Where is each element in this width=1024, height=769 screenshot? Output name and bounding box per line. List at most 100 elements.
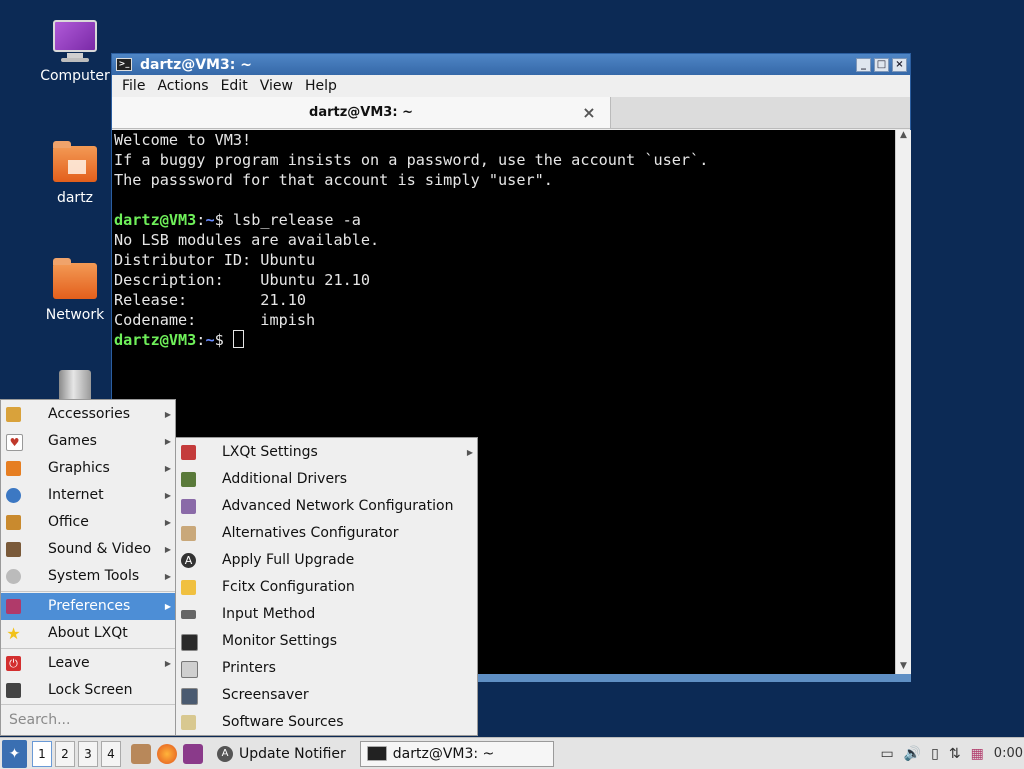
terminal-scrollbar[interactable]: ▲ ▼ (895, 130, 911, 675)
terminal-line: Welcome to VM3! (114, 131, 252, 149)
window-titlebar[interactable]: >_ dartz@VM3: ~ _ □ × (112, 54, 910, 75)
firefox-icon[interactable] (157, 743, 177, 764)
desktop-icon-network[interactable]: Network (35, 257, 115, 323)
scroll-down-icon[interactable]: ▼ (896, 661, 911, 675)
file-manager-icon[interactable] (131, 743, 151, 764)
submenu-item-additional-drivers[interactable]: Additional Drivers (176, 466, 477, 493)
chevron-right-icon: ▶ (164, 545, 171, 554)
menu-item-sound-video[interactable]: Sound & Video ▶ (1, 536, 175, 563)
desktop-switch-1[interactable]: 1 (32, 740, 52, 767)
screensaver-icon (181, 688, 198, 705)
prompt-path: ~ (205, 331, 215, 349)
desktop-icon-label: Network (45, 307, 105, 323)
tab-close-icon[interactable]: × (579, 103, 599, 123)
menu-item-label: Internet (48, 487, 104, 503)
preferences-tray-icon[interactable]: ▦ (971, 746, 984, 762)
menu-item-graphics[interactable]: Graphics ▶ (1, 455, 175, 482)
volume-icon[interactable]: 🔊 (904, 746, 921, 762)
terminal-line: Description: Ubuntu 21.10 (114, 271, 371, 289)
network-folder-icon (51, 257, 99, 303)
menu-item-label: About LXQt (48, 625, 128, 641)
submenu-item-alternatives[interactable]: Alternatives Configurator (176, 520, 477, 547)
menu-item-accessories[interactable]: Accessories ▶ (1, 401, 175, 428)
submenu-item-lxqt-settings[interactable]: LXQt Settings ▶ (176, 439, 477, 466)
menu-item-internet[interactable]: Internet ▶ (1, 482, 175, 509)
terminal-line: No LSB modules are available. (114, 231, 380, 249)
start-menu: Accessories ▶ ♥ Games ▶ Graphics ▶ Internet ▶… (0, 399, 176, 736)
removable-drive-icon[interactable]: ▭ (880, 746, 893, 762)
system-tools-icon (6, 569, 21, 584)
home-folder-icon (51, 140, 99, 186)
menu-item-label: Leave (48, 655, 90, 671)
minimize-button[interactable]: _ (856, 57, 871, 72)
chevron-right-icon: ▶ (164, 572, 171, 581)
submenu-item-software-sources[interactable]: Software Sources (176, 709, 477, 736)
desktop-icon-computer[interactable]: Computer (35, 18, 115, 84)
tab-bar: dartz@VM3: ~ × (112, 97, 910, 129)
submenu-item-advanced-network[interactable]: Advanced Network Configuration (176, 493, 477, 520)
menu-file[interactable]: File (116, 78, 151, 94)
menu-item-about[interactable]: ★ About LXQt (1, 620, 175, 647)
star-icon: ★ (6, 624, 21, 643)
terminal-tab[interactable]: dartz@VM3: ~ × (112, 97, 611, 128)
submenu-item-label: Advanced Network Configuration (222, 498, 454, 514)
submenu-item-input-method[interactable]: Input Method (176, 601, 477, 628)
submenu-item-monitor-settings[interactable]: Monitor Settings (176, 628, 477, 655)
terminal-task-icon (366, 746, 387, 761)
desktop-switch-3[interactable]: 3 (78, 740, 98, 767)
menu-bar: File Actions Edit View Help (112, 75, 910, 97)
desktop-icon-label: Computer (40, 68, 110, 84)
menu-search-input[interactable]: Search... (1, 704, 175, 735)
task-update-notifier[interactable]: A Update Notifier (211, 742, 352, 766)
menu-item-label: Office (48, 514, 89, 530)
submenu-item-label: Fcitx Configuration (222, 579, 355, 595)
clock[interactable]: 0:00 (994, 746, 1023, 761)
network-arrows-icon[interactable]: ⇅ (949, 746, 961, 762)
chevron-right-icon: ▶ (164, 518, 171, 527)
menu-separator (1, 648, 175, 649)
close-button[interactable]: × (892, 57, 907, 72)
chevron-right-icon: ▶ (164, 491, 171, 500)
menu-item-lock-screen[interactable]: Lock Screen (1, 677, 175, 704)
desktop-icon-home[interactable]: dartz (35, 140, 115, 206)
terminal-launcher-icon[interactable] (183, 743, 203, 764)
clipboard-icon[interactable]: ▯ (931, 746, 939, 762)
submenu-item-full-upgrade[interactable]: A Apply Full Upgrade (176, 547, 477, 574)
menu-item-label: Lock Screen (48, 682, 133, 698)
menu-item-label: System Tools (48, 568, 140, 584)
menu-edit[interactable]: Edit (215, 78, 254, 94)
settings-icon (181, 445, 196, 460)
drivers-icon (181, 472, 196, 487)
menu-item-preferences[interactable]: Preferences ▶ (1, 593, 175, 620)
submenu-item-screensaver[interactable]: Screensaver (176, 682, 477, 709)
task-label: Update Notifier (239, 745, 346, 762)
prompt-path: ~ (205, 211, 215, 229)
submenu-item-printers[interactable]: Printers (176, 655, 477, 682)
submenu-item-fcitx[interactable]: Fcitx Configuration (176, 574, 477, 601)
lock-screen-icon (6, 683, 21, 698)
desktop-switch-2[interactable]: 2 (55, 740, 75, 767)
start-menu-button[interactable]: ✦ (2, 739, 27, 768)
scroll-up-icon[interactable]: ▲ (896, 130, 911, 144)
menu-item-office[interactable]: Office ▶ (1, 509, 175, 536)
menu-item-games[interactable]: ♥ Games ▶ (1, 428, 175, 455)
menu-help[interactable]: Help (299, 78, 343, 94)
maximize-button[interactable]: □ (874, 57, 889, 72)
power-icon: ⏻ (6, 656, 21, 671)
prompt-user: dartz@VM3 (114, 211, 197, 229)
update-notifier-icon: A (217, 745, 233, 762)
submenu-item-label: Screensaver (222, 687, 309, 703)
desktop-switch-4[interactable]: 4 (101, 740, 121, 767)
menu-view[interactable]: View (254, 78, 299, 94)
task-terminal[interactable]: dartz@VM3: ~ (359, 740, 554, 767)
submenu-item-label: Software Sources (222, 714, 344, 730)
submenu-item-label: Monitor Settings (222, 633, 338, 649)
menu-item-system-tools[interactable]: System Tools ▶ (1, 563, 175, 590)
menu-item-leave[interactable]: ⏻ Leave ▶ (1, 650, 175, 677)
submenu-item-label: LXQt Settings (222, 444, 318, 460)
preferences-icon (6, 599, 21, 614)
chevron-right-icon: ▶ (164, 659, 171, 668)
submenu-item-label: Input Method (222, 606, 316, 622)
menu-actions[interactable]: Actions (151, 78, 214, 94)
